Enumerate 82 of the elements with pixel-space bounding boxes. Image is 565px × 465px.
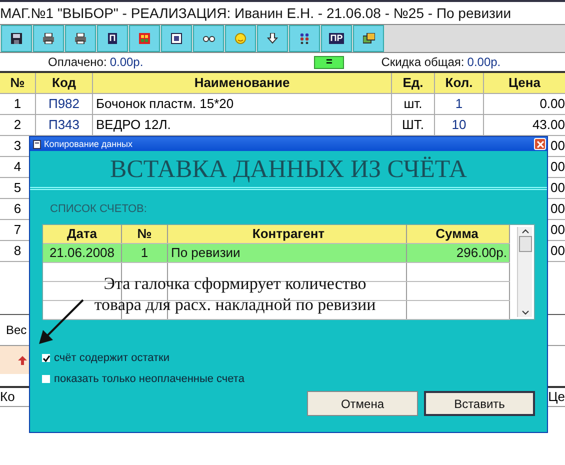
table-cell: Бочонок пластм. 15*20 <box>96 96 234 111</box>
smiley-icon <box>234 33 246 44</box>
paid-amount: 0.00р. <box>110 55 144 69</box>
annotation-text: товара для расх. накладной по ревизии <box>93 294 377 315</box>
column-header: Наименование <box>93 73 392 93</box>
close-button[interactable] <box>534 138 546 150</box>
table-cell: 1 <box>14 96 22 111</box>
table-cell: 00 <box>550 159 565 174</box>
weight-label: Вес <box>6 323 27 337</box>
table-cell: 00 <box>550 138 565 153</box>
toolbar-button[interactable] <box>161 25 192 52</box>
table-cell: 2 <box>14 117 22 132</box>
table-cell: ВЕДРО 12Л. <box>96 117 171 132</box>
printer-icon <box>42 33 54 44</box>
column-header: Код <box>36 73 93 93</box>
table-cell: ШТ. <box>402 117 424 132</box>
column-header: № <box>122 225 168 243</box>
paid-label: Оплачено: <box>48 55 107 69</box>
table-cell: 00 <box>550 201 565 216</box>
table-cell: 7 <box>14 222 22 237</box>
table-cell: 10 <box>452 117 466 132</box>
arrow-icon <box>266 33 278 44</box>
toolbar-button[interactable]: П <box>97 25 128 52</box>
table-cell: 3 <box>14 138 22 153</box>
checkbox[interactable] <box>42 354 50 362</box>
table-cell: 00 <box>550 222 565 237</box>
toolbar-button[interactable]: ПР <box>321 25 352 52</box>
table-cell: 43.00 <box>532 117 565 132</box>
dialog-title: Копирование данных <box>44 139 134 149</box>
grid-icon <box>138 33 150 44</box>
table-cell: шт. <box>404 96 422 111</box>
toolbar-button[interactable] <box>33 25 64 52</box>
close-icon <box>536 140 544 148</box>
window-icon <box>170 33 182 44</box>
pictures-icon <box>362 33 374 44</box>
printer-icon <box>74 33 86 44</box>
dots-icon <box>298 33 310 44</box>
table-cell: 6 <box>14 201 22 216</box>
column-header: Кол. <box>435 73 484 93</box>
table-cell: П343 <box>48 117 80 132</box>
discount-amount: 0.00р. <box>467 55 501 69</box>
column-header: Ко <box>0 388 15 406</box>
checkbox-label: показать только неоплаченные счета <box>54 373 244 385</box>
toolbar-button[interactable] <box>257 25 288 52</box>
toolbar-button[interactable] <box>65 25 96 52</box>
annotation-text: Эта галочка сформирует количество <box>102 273 368 294</box>
table-cell: П982 <box>48 96 80 111</box>
checkbox-label: счёт содержит остатки <box>54 352 170 364</box>
equals-button[interactable]: = <box>314 56 344 68</box>
scroll-thumb[interactable] <box>518 236 532 252</box>
dialog-heading: ВСТАВКА ДАННЫХ ИЗ СЧЁТА <box>30 151 547 190</box>
floppy-icon <box>10 33 22 44</box>
scroll-down-icon <box>520 308 530 317</box>
glasses-icon <box>202 33 214 44</box>
dialog-button[interactable]: Отмена <box>307 391 418 416</box>
toolbar-button[interactable] <box>1 25 32 52</box>
column-header: Сумма <box>407 225 510 243</box>
toolbar-button[interactable] <box>353 25 384 52</box>
table-cell: 8 <box>14 243 22 258</box>
toolbar-button[interactable] <box>193 25 224 52</box>
column-header: № <box>0 73 36 93</box>
column-header: Дата <box>43 225 122 243</box>
table-cell: 1 <box>455 96 463 111</box>
column-header: Ед. <box>392 73 435 93</box>
list-label: СПИСОК СЧЕТОВ: <box>50 203 148 217</box>
arrow <box>36 297 86 347</box>
table-cell: 00 <box>550 180 565 195</box>
checkbox[interactable] <box>42 375 50 383</box>
discount-label: Скидка общая: <box>381 55 464 69</box>
dialog-button[interactable]: Вставить <box>424 391 535 416</box>
column-header: Це <box>548 388 565 406</box>
column-header: Цена <box>508 74 542 92</box>
arrow-icon <box>18 356 27 364</box>
table-cell: 0.00 <box>540 96 565 111</box>
scrollbar[interactable] <box>517 227 532 317</box>
table-cell: 4 <box>14 159 22 174</box>
scroll-up-icon <box>520 227 530 236</box>
document-icon <box>33 140 41 148</box>
table-cell: 00 <box>550 243 565 258</box>
table-cell: 5 <box>14 180 22 195</box>
column-header: Контрагент <box>168 225 407 243</box>
table-row[interactable]: 21.06.2008 1 По ревизии 296.00р. <box>43 244 510 263</box>
